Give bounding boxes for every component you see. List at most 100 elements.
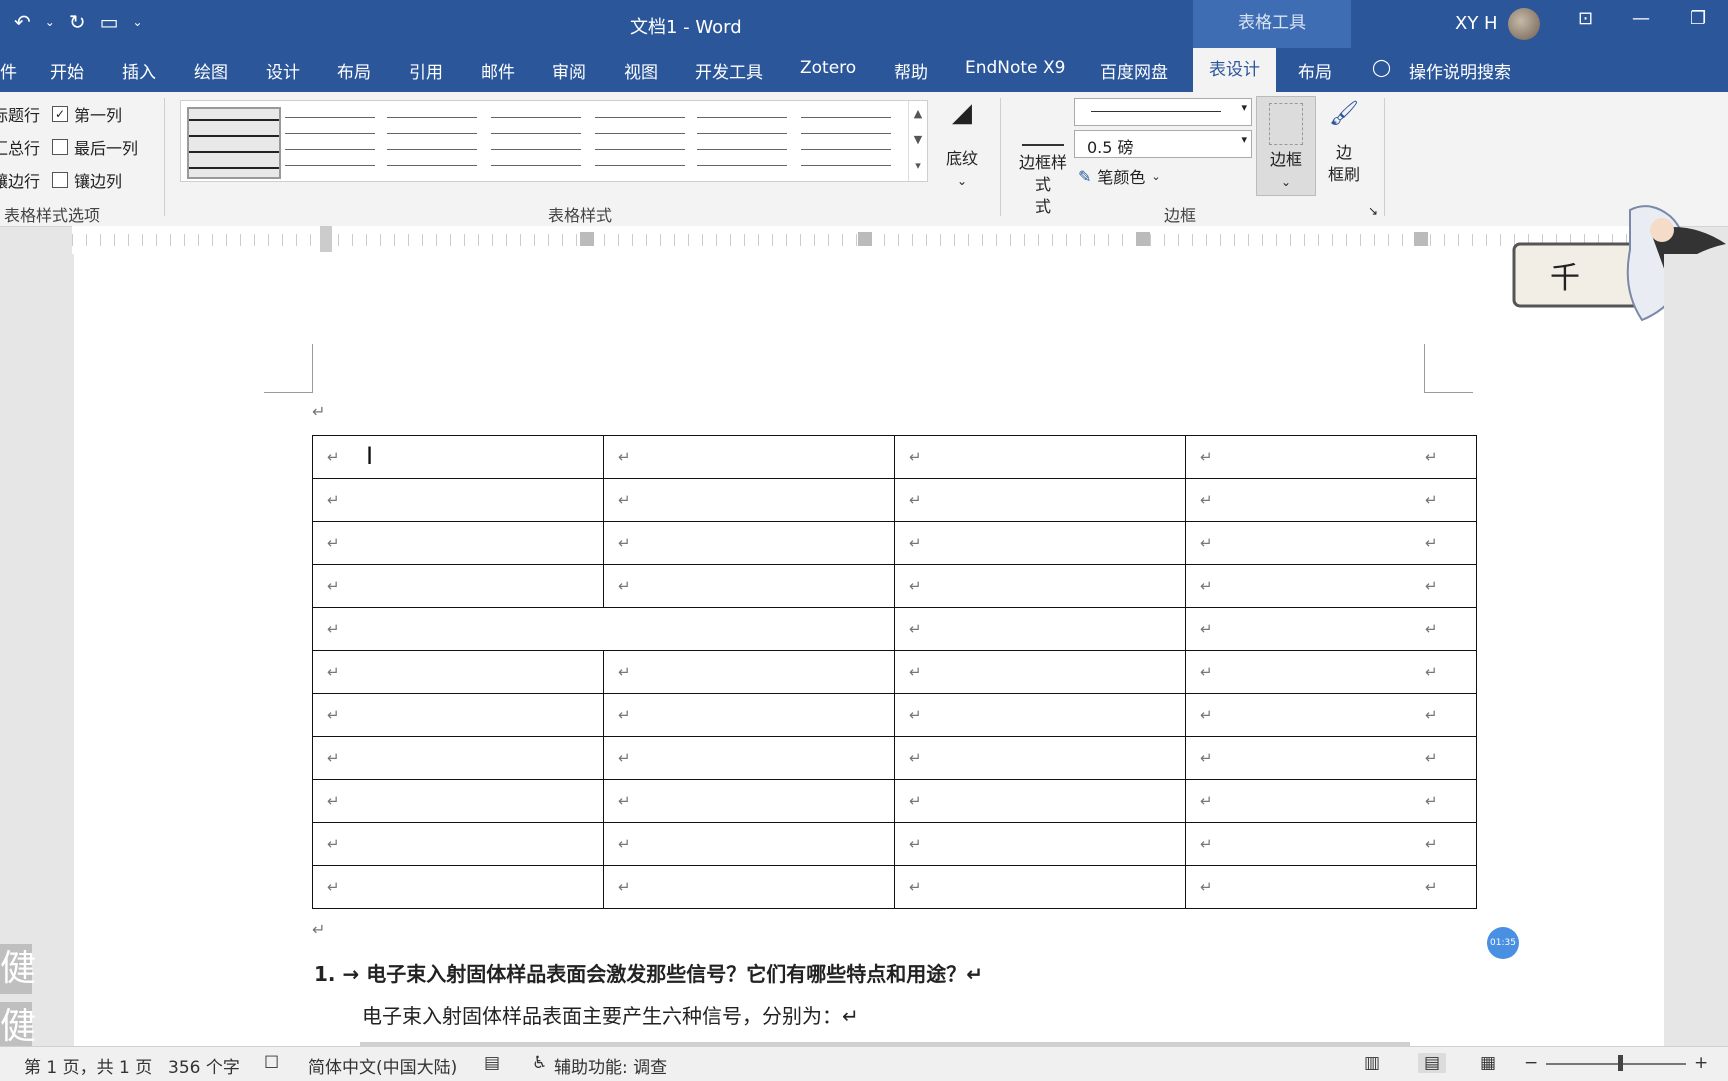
- table-cell[interactable]: ↵: [312, 693, 604, 737]
- table-cell[interactable]: ↵: [312, 478, 604, 522]
- document-table[interactable]: ↵ ↵ ↵ ↵ ↵ ↵ ↵ ↵ ↵ ↵ ↵ ↵ ↵ ↵ ↵ ↵ ↵ ↵ ↵ ↵ ↵ ↵ ↵ ↵ ↵ ↵ ↵ ↵ ↵ ↵ ↵ ↵ ↵ ↵ ↵ ↵ ↵ ↵ ↵ ↵…: [312, 435, 1477, 909]
- table-cell[interactable]: ↵: [603, 478, 895, 522]
- table-cell[interactable]: ↵: [894, 650, 1186, 694]
- table-style-thumb[interactable]: [697, 107, 787, 175]
- macro-icon[interactable]: ▤: [484, 1053, 500, 1073]
- ime-indicator[interactable]: 健: [0, 944, 36, 994]
- zoom-out-button[interactable]: −: [1524, 1053, 1538, 1073]
- tab-view[interactable]: 视图: [624, 58, 658, 83]
- table-row[interactable]: ↵ ↵ ↵ ↵: [312, 478, 1477, 522]
- question-heading[interactable]: 1. → 电子束入射固体样品表面会激发那些信号？它们有哪些特点和用途？↵: [314, 958, 983, 987]
- table-cell[interactable]: ↵: [312, 822, 604, 866]
- table-row[interactable]: ↵ ↵ ↵ ↵: [312, 779, 1477, 823]
- header-row-option[interactable]: 标题行: [0, 102, 42, 126]
- border-painter-button[interactable]: 🖌 边 框刷: [1320, 101, 1368, 186]
- column-marker[interactable]: [1414, 232, 1428, 246]
- border-styles-button[interactable]: 边框样式 式: [1014, 102, 1072, 218]
- table-cell[interactable]: ↵: [603, 650, 895, 694]
- table-cell[interactable]: ↵: [603, 779, 895, 823]
- borders-button[interactable]: 边框 ⌄: [1256, 96, 1316, 196]
- page-count[interactable]: 第 1 页，共 1 页: [24, 1053, 152, 1078]
- user-name[interactable]: XY H: [1455, 13, 1498, 34]
- word-count[interactable]: 356 个字: [168, 1053, 240, 1078]
- table-cell[interactable]: ↵: [603, 435, 895, 479]
- zoom-slider[interactable]: [1546, 1063, 1686, 1065]
- tab-zotero[interactable]: Zotero: [800, 58, 856, 78]
- table-cell[interactable]: ↵: [894, 865, 1186, 909]
- proofing-icon[interactable]: ☐: [264, 1053, 279, 1073]
- table-cell[interactable]: ↵: [894, 736, 1186, 780]
- table-cell[interactable]: ↵: [894, 564, 1186, 608]
- tab-endnote[interactable]: EndNote X9: [965, 58, 1065, 78]
- tab-design[interactable]: 设计: [266, 58, 300, 83]
- last-column-checkbox[interactable]: [52, 139, 68, 155]
- zoom-slider-thumb[interactable]: [1618, 1055, 1623, 1071]
- table-cell[interactable]: ↵: [603, 693, 895, 737]
- table-cell[interactable]: ↵: [312, 650, 604, 694]
- tab-draw[interactable]: 绘图: [194, 58, 228, 83]
- shading-button[interactable]: ◢ 底纹 ⌄: [936, 100, 988, 192]
- pen-color-button[interactable]: ✎ 笔颜色 ⌄: [1078, 164, 1161, 188]
- table-cell[interactable]: ↵: [894, 478, 1186, 522]
- table-cell[interactable]: ↵: [603, 736, 895, 780]
- banded-columns-checkbox[interactable]: [52, 172, 68, 188]
- table-style-thumb[interactable]: [491, 107, 581, 175]
- tab-references[interactable]: 引用: [409, 58, 443, 83]
- line-weight-select[interactable]: 0.5 磅 ▾: [1074, 130, 1252, 158]
- ime-indicator[interactable]: 健: [0, 1002, 36, 1052]
- ribbon-display-options-icon[interactable]: ⊡: [1578, 8, 1593, 29]
- table-cell[interactable]: ↵: [603, 521, 895, 565]
- horizontal-ruler[interactable]: [72, 226, 1668, 255]
- table-cell[interactable]: ↵: [603, 822, 895, 866]
- tab-baidu-netdisk[interactable]: 百度网盘: [1100, 58, 1168, 83]
- table-cell[interactable]: ↵: [894, 435, 1186, 479]
- language[interactable]: 简体中文(中国大陆): [308, 1053, 457, 1078]
- avatar[interactable]: [1508, 8, 1540, 40]
- table-cell[interactable]: ↵: [894, 822, 1186, 866]
- undo-icon[interactable]: ↶: [14, 10, 31, 34]
- table-row[interactable]: ↵ ↵ ↵ ↵: [312, 865, 1477, 909]
- vertical-scrollbar[interactable]: [1664, 254, 1728, 1046]
- chevron-down-icon[interactable]: ▾: [1241, 101, 1247, 114]
- undo-dropdown-icon[interactable]: ⌄: [45, 15, 55, 29]
- table-row[interactable]: ↵ ↵ ↵ ↵: [312, 822, 1477, 866]
- table-cell[interactable]: ↵: [312, 521, 604, 565]
- column-marker[interactable]: [1136, 232, 1150, 246]
- tab-developer[interactable]: 开发工具: [695, 58, 763, 83]
- table-row[interactable]: ↵ ↵ ↵ ↵: [312, 650, 1477, 694]
- first-column-option[interactable]: ✓ 第一列: [52, 102, 122, 126]
- table-cell[interactable]: ↵: [894, 779, 1186, 823]
- chevron-down-icon[interactable]: ▼: [909, 127, 927, 153]
- last-column-option[interactable]: 最后一列: [52, 135, 138, 159]
- table-row[interactable]: ↵ ↵ ↵ ↵: [312, 736, 1477, 780]
- table-row[interactable]: ↵ ↵ ↵ ↵: [312, 564, 1477, 608]
- banded-rows-option[interactable]: 镶边行: [0, 168, 42, 192]
- redo-icon[interactable]: ↻: [69, 10, 86, 34]
- table-cell[interactable]: ↵: [312, 779, 604, 823]
- open-folder-icon[interactable]: ▭: [100, 10, 119, 34]
- read-mode-icon[interactable]: ▥: [1364, 1053, 1380, 1073]
- table-cell[interactable]: ↵: [312, 736, 604, 780]
- customize-qat-icon[interactable]: ⌄: [133, 15, 143, 29]
- table-style-thumb[interactable]: [595, 107, 685, 175]
- table-row[interactable]: ↵ ↵ ↵: [312, 607, 1477, 651]
- tab-file[interactable]: 件: [0, 58, 17, 83]
- table-cell[interactable]: ↵: [894, 521, 1186, 565]
- zoom-in-button[interactable]: +: [1694, 1053, 1708, 1073]
- gallery-more-icon[interactable]: ▾: [909, 153, 927, 179]
- table-styles-gallery[interactable]: ▲ ▼ ▾: [180, 100, 928, 182]
- table-cell[interactable]: ↵: [312, 607, 895, 651]
- table-style-thumb[interactable]: [801, 107, 891, 175]
- tab-insert[interactable]: 插入: [122, 58, 156, 83]
- table-row[interactable]: ↵ ↵ ↵ ↵: [312, 693, 1477, 737]
- chevron-up-icon[interactable]: ▲: [909, 101, 927, 127]
- indent-marker[interactable]: [320, 226, 332, 252]
- table-style-thumb[interactable]: [285, 107, 375, 175]
- table-cell[interactable]: ↵: [894, 607, 1186, 651]
- tab-table-design[interactable]: 表设计: [1193, 48, 1276, 92]
- tab-table-layout[interactable]: 布局: [1298, 58, 1332, 83]
- table-row[interactable]: ↵ ↵ ↵ ↵: [312, 435, 1477, 479]
- table-row[interactable]: ↵ ↵ ↵ ↵: [312, 521, 1477, 565]
- table-cell[interactable]: ↵: [603, 564, 895, 608]
- web-layout-icon[interactable]: ▦: [1480, 1053, 1496, 1073]
